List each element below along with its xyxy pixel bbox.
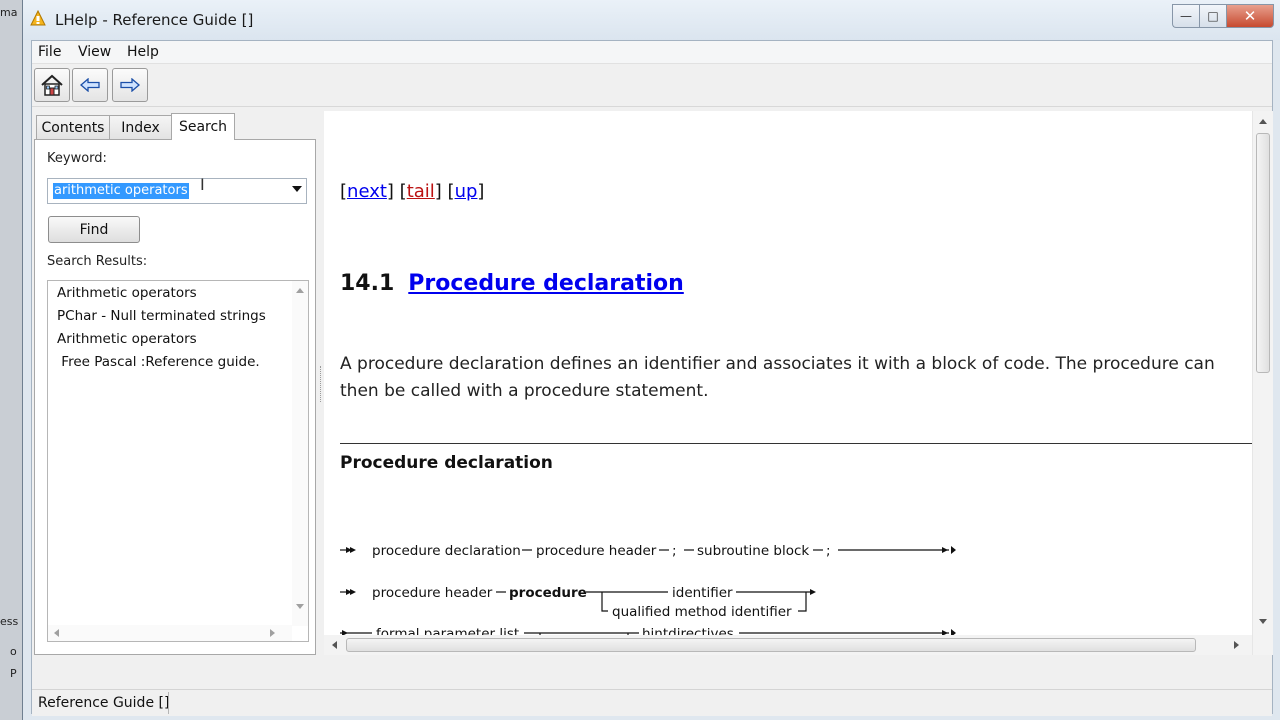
scroll-right-icon[interactable] <box>270 629 275 637</box>
status-bar: Reference Guide [] <box>32 689 1272 716</box>
chevron-down-icon[interactable] <box>292 186 302 192</box>
search-panel: Keyword: arithmetic operators I Find Sea… <box>34 139 316 655</box>
keyword-label: Keyword: <box>47 151 107 166</box>
link-up[interactable]: up <box>455 181 478 202</box>
section-number: 14.1 <box>340 271 395 296</box>
section-heading: 14.1 Procedure declaration <box>340 271 684 296</box>
title-bar[interactable]: LHelp - Reference Guide [] — □ ✕ <box>23 0 1280 40</box>
scroll-down-icon[interactable] <box>1259 619 1267 624</box>
menu-bar: File View Help <box>32 41 1272 64</box>
diagram-text: identifier <box>672 585 733 601</box>
forward-button[interactable] <box>112 68 148 102</box>
scroll-left-icon[interactable] <box>54 629 59 637</box>
desktop-text: P <box>10 667 17 680</box>
list-item[interactable]: PChar - Null terminated strings <box>57 308 266 324</box>
nav-links: [next] [tail] [up] <box>340 181 485 202</box>
description-paragraph: A procedure declaration defines an ident… <box>340 354 1215 401</box>
content-vertical-scrollbar[interactable] <box>1252 111 1273 655</box>
toolbar <box>32 64 1272 107</box>
scroll-up-icon[interactable] <box>1259 119 1267 124</box>
client-area: File View Help Contents Index Search Key… <box>31 40 1273 716</box>
diagram-text: qualified method identifier <box>612 604 792 620</box>
menu-view[interactable]: View <box>78 44 111 60</box>
list-item[interactable]: Arithmetic operators <box>57 285 197 301</box>
list-item[interactable]: Arithmetic operators <box>57 331 197 347</box>
scroll-right-icon[interactable] <box>1234 641 1239 649</box>
scroll-left-icon[interactable] <box>332 641 337 649</box>
text-cursor-icon: I <box>200 175 205 194</box>
keyword-combobox[interactable]: arithmetic operators <box>47 178 307 204</box>
arrow-left-icon <box>80 78 100 92</box>
maximize-button[interactable]: □ <box>1199 4 1226 28</box>
results-vertical-scrollbar[interactable] <box>292 281 308 626</box>
status-text: Reference Guide [] <box>38 695 170 711</box>
diagram-text: procedure <box>509 585 587 601</box>
desktop-text: ma <box>0 6 18 19</box>
diagram-text: subroutine block <box>697 543 809 559</box>
lhelp-window: LHelp - Reference Guide [] — □ ✕ File Vi… <box>22 0 1280 720</box>
diagram-title: Procedure declaration <box>340 453 553 473</box>
desktop-text: ess <box>0 615 19 628</box>
tab-contents[interactable]: Contents <box>36 115 110 139</box>
syntax-diagram: procedure declaration procedure header ;… <box>340 543 956 655</box>
keyword-input[interactable]: arithmetic operators <box>53 183 189 199</box>
find-button[interactable]: Find <box>48 216 140 243</box>
tab-search[interactable]: Search <box>171 113 235 140</box>
home-button[interactable] <box>34 68 70 102</box>
window-title: LHelp - Reference Guide [] <box>55 11 254 29</box>
search-results-list[interactable]: Arithmetic operators PChar - Null termin… <box>47 280 309 642</box>
close-icon: ✕ <box>1243 7 1257 25</box>
help-content-view: [next] [tail] [up] 14.1 Procedure declara… <box>324 111 1252 655</box>
scroll-down-icon[interactable] <box>296 604 304 609</box>
vertical-scroll-thumb[interactable] <box>1256 133 1270 373</box>
arrow-right-icon <box>120 78 140 92</box>
diagram-text: procedure header <box>536 543 657 559</box>
desktop-text: o <box>10 645 17 658</box>
tab-index[interactable]: Index <box>109 115 172 139</box>
back-button[interactable] <box>72 68 108 102</box>
minimize-icon: — <box>1180 9 1192 23</box>
status-divider <box>168 692 169 714</box>
minimize-button[interactable]: — <box>1172 4 1199 28</box>
app-icon <box>30 10 46 26</box>
menu-file[interactable]: File <box>38 44 61 60</box>
desktop-background: ma ess o P <box>0 0 23 720</box>
close-button[interactable]: ✕ <box>1226 4 1274 28</box>
results-horizontal-scrollbar[interactable] <box>48 625 292 641</box>
diagram-text: ; <box>826 543 831 559</box>
list-item[interactable]: Free Pascal :Reference guide. <box>57 354 259 370</box>
diagram-text: ; <box>672 543 677 559</box>
section-title-link[interactable]: Procedure declaration <box>408 271 684 296</box>
home-icon <box>41 74 63 96</box>
content-horizontal-scrollbar[interactable] <box>324 635 1252 655</box>
link-next[interactable]: next <box>347 181 387 202</box>
divider <box>340 443 1252 444</box>
diagram-text: procedure header <box>372 585 493 601</box>
diagram-text: procedure declaration <box>372 543 521 559</box>
menu-help[interactable]: Help <box>127 44 159 60</box>
link-tail[interactable]: tail <box>407 181 435 202</box>
search-results-label: Search Results: <box>47 254 148 269</box>
maximize-icon: □ <box>1207 9 1219 23</box>
horizontal-scroll-thumb[interactable] <box>346 638 1196 652</box>
scroll-up-icon[interactable] <box>296 288 304 293</box>
